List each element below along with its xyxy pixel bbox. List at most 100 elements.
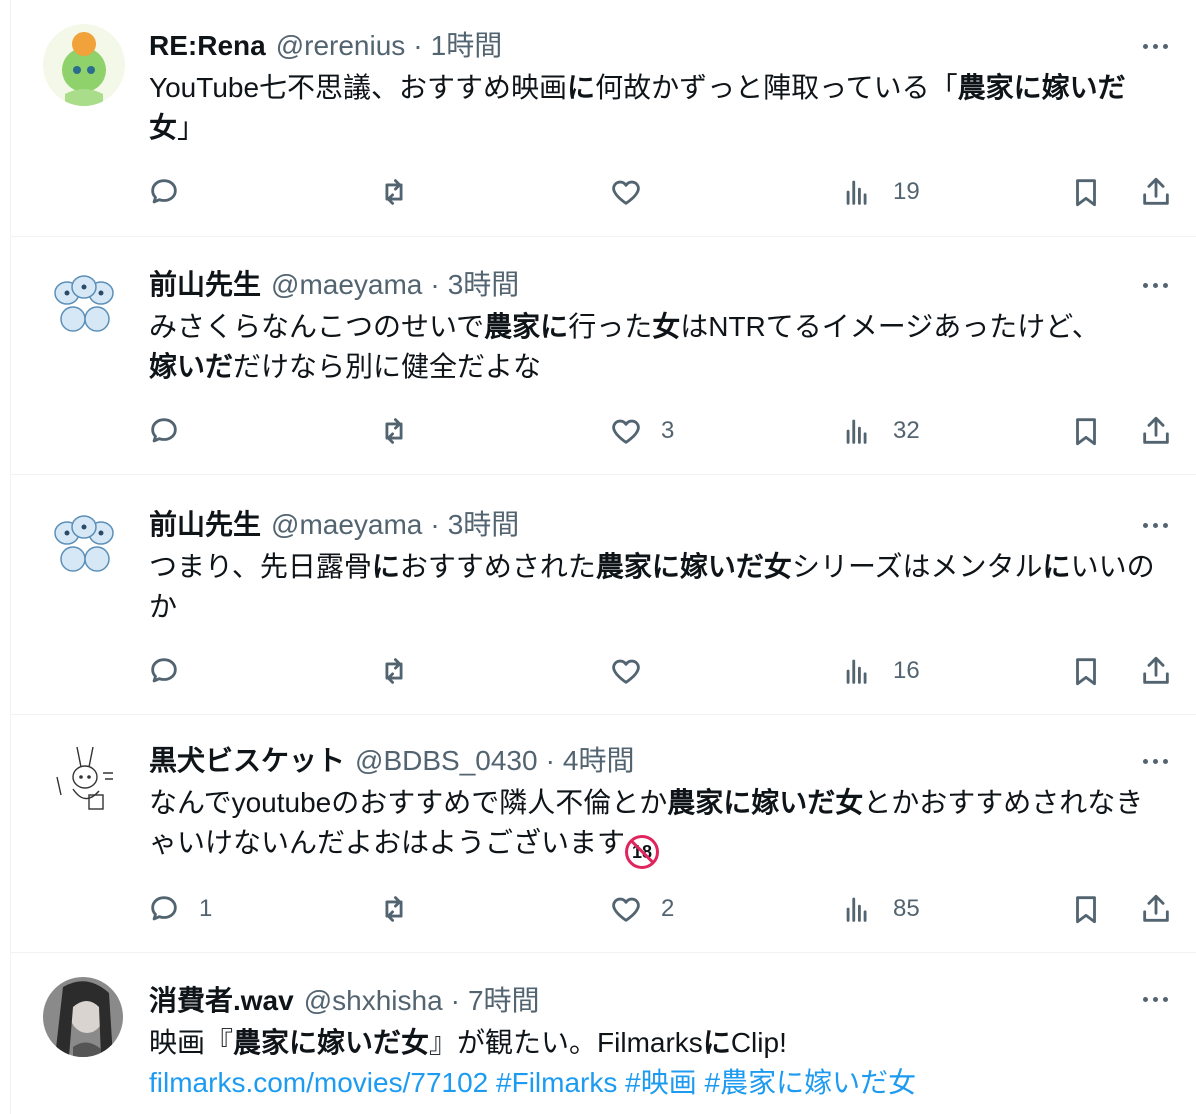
like-button[interactable] — [609, 172, 661, 212]
highlight-text: 農家に嫁いだ女 — [667, 787, 864, 818]
url-link[interactable]: filmarks.com/movies/77102 — [149, 1067, 488, 1098]
bookmark-button[interactable] — [1069, 651, 1103, 691]
hashtag-link[interactable]: #Filmarks — [496, 1067, 617, 1098]
bookmark-button[interactable] — [1069, 172, 1103, 212]
views-icon — [846, 180, 867, 205]
views-button[interactable]: 16 — [841, 651, 920, 691]
more-icon[interactable] — [1135, 987, 1175, 1011]
user-handle[interactable]: @BDBS_0430 — [355, 745, 538, 777]
timeline: RE:Rena @rerenius · 1時間 YouTube七不思議、おすすめ… — [10, 0, 1196, 1114]
text-segment: YouTube七不思議、おすすめ映画 — [149, 72, 568, 103]
avatar-image — [43, 263, 125, 345]
reply-button[interactable]: 1 — [147, 889, 212, 929]
bookmark-button[interactable] — [1069, 889, 1103, 929]
timestamp[interactable]: 1時間 — [431, 24, 503, 64]
share-button[interactable] — [1139, 651, 1173, 691]
avatar[interactable] — [43, 977, 123, 1057]
hashtag-link[interactable]: #農家に嫁いだ女 — [705, 1067, 917, 1098]
tweet-header: 黒犬ビスケット @BDBS_0430 · 4時間 — [149, 739, 1137, 779]
like-button[interactable]: 3 — [609, 411, 674, 451]
share-icon — [1143, 656, 1169, 684]
reply-button[interactable] — [147, 651, 199, 691]
highlight-text: に — [1042, 551, 1071, 582]
views-button[interactable]: 32 — [841, 411, 920, 451]
share-button[interactable] — [1139, 172, 1173, 212]
timestamp[interactable]: 7時間 — [468, 979, 540, 1019]
views-button[interactable]: 85 — [841, 889, 920, 929]
tweet-header: 前山先生 @maeyama · 3時間 — [149, 503, 1137, 543]
share-icon — [1143, 177, 1169, 205]
highlight-text: に — [567, 72, 596, 103]
tweet[interactable]: 前山先生 @maeyama · 3時間 つまり、先日露骨におすすめされた農家に嫁… — [11, 475, 1196, 715]
share-icon — [1143, 894, 1169, 922]
text-segment: 』が観たい。Filmarks — [429, 1027, 703, 1058]
highlight-text: 嫁いだ — [149, 351, 234, 382]
display-name[interactable]: 前山先生 — [149, 503, 261, 543]
action-bar: 16 — [11, 651, 1196, 711]
avatar[interactable] — [43, 737, 125, 819]
tweet-header: 消費者.wav @shxhisha · 7時間 — [149, 979, 1137, 1019]
more-icon[interactable] — [1135, 513, 1175, 537]
tweet-text: つまり、先日露骨におすすめされた農家に嫁いだ女シリーズはメンタルにいいのか — [149, 547, 1169, 627]
bookmark-icon — [1076, 896, 1096, 924]
retweet-button[interactable] — [377, 651, 429, 691]
like-button[interactable]: 2 — [609, 889, 674, 929]
avatar-image — [43, 977, 123, 1057]
timestamp[interactable]: 3時間 — [448, 503, 520, 543]
tweet[interactable]: 消費者.wav @shxhisha · 7時間 映画『農家に嫁いだ女』が観たい。… — [11, 953, 1196, 1114]
tweet[interactable]: 黒犬ビスケット @BDBS_0430 · 4時間 なんでyoutubeのおすすめ… — [11, 715, 1196, 953]
no-under-18-emoji: 18 — [625, 835, 660, 869]
reply-button[interactable] — [147, 411, 199, 451]
avatar[interactable] — [43, 503, 125, 585]
retweet-icon — [385, 658, 403, 684]
timestamp[interactable]: 3時間 — [448, 263, 520, 303]
tweet-text: みさくらなんこつのせいで農家に行った女はNTRてるイメージあったけど、 嫁いだだけ… — [149, 307, 1169, 387]
action-bar: 3 32 — [11, 411, 1196, 471]
text-segment: はNTRてるイメージあったけど、 — [680, 311, 1100, 342]
highlight-text: に — [702, 1027, 731, 1058]
reply-button[interactable] — [147, 172, 199, 212]
highlight-text: 農家に嫁いだ女 — [233, 1027, 430, 1058]
display-name[interactable]: RE:Rena — [149, 30, 266, 62]
avatar[interactable] — [43, 24, 125, 106]
display-name[interactable]: 前山先生 — [149, 263, 261, 303]
user-handle[interactable]: @rerenius — [276, 30, 406, 62]
share-button[interactable] — [1139, 411, 1173, 451]
share-button[interactable] — [1139, 889, 1173, 929]
more-icon[interactable] — [1135, 749, 1175, 773]
more-icon[interactable] — [1135, 273, 1175, 297]
display-name[interactable]: 黒犬ビスケット — [149, 739, 345, 779]
separator-dot: · — [430, 269, 440, 300]
retweet-button[interactable] — [377, 172, 429, 212]
heart-icon — [612, 659, 640, 684]
text-segment: 行った — [568, 311, 653, 342]
avatar[interactable] — [43, 263, 125, 345]
view-count: 85 — [893, 895, 920, 922]
tweet[interactable]: RE:Rena @rerenius · 1時間 YouTube七不思議、おすすめ… — [11, 0, 1196, 237]
user-handle[interactable]: @maeyama — [271, 509, 422, 541]
heart-icon — [612, 180, 640, 205]
heart-icon — [612, 419, 640, 444]
reply-icon — [151, 418, 177, 443]
more-icon[interactable] — [1135, 34, 1175, 58]
user-handle[interactable]: @maeyama — [271, 269, 422, 301]
share-icon — [1143, 416, 1169, 444]
timestamp[interactable]: 4時間 — [563, 739, 635, 779]
views-button[interactable]: 19 — [841, 172, 920, 212]
retweet-button[interactable] — [377, 411, 429, 451]
display-name[interactable]: 消費者.wav — [149, 979, 294, 1019]
hashtag-link[interactable]: #映画 — [625, 1067, 697, 1098]
retweet-button[interactable] — [377, 889, 429, 929]
reply-icon — [151, 658, 177, 683]
separator-dot: · — [545, 745, 555, 776]
avatar-image — [43, 737, 125, 819]
user-handle[interactable]: @shxhisha — [304, 985, 443, 1017]
like-button[interactable] — [609, 651, 661, 691]
view-count: 19 — [893, 178, 920, 205]
text-segment: つまり、先日露骨 — [149, 551, 372, 582]
bookmark-button[interactable] — [1069, 411, 1103, 451]
separator-dot: · — [450, 985, 460, 1016]
tweet[interactable]: 前山先生 @maeyama · 3時間 みさくらなんこつのせいで農家に行った女は… — [11, 237, 1196, 475]
tweet-text: 映画『農家に嫁いだ女』が観たい。FilmarksにClip! filmarks.… — [149, 1023, 1169, 1103]
like-count: 2 — [661, 895, 675, 922]
